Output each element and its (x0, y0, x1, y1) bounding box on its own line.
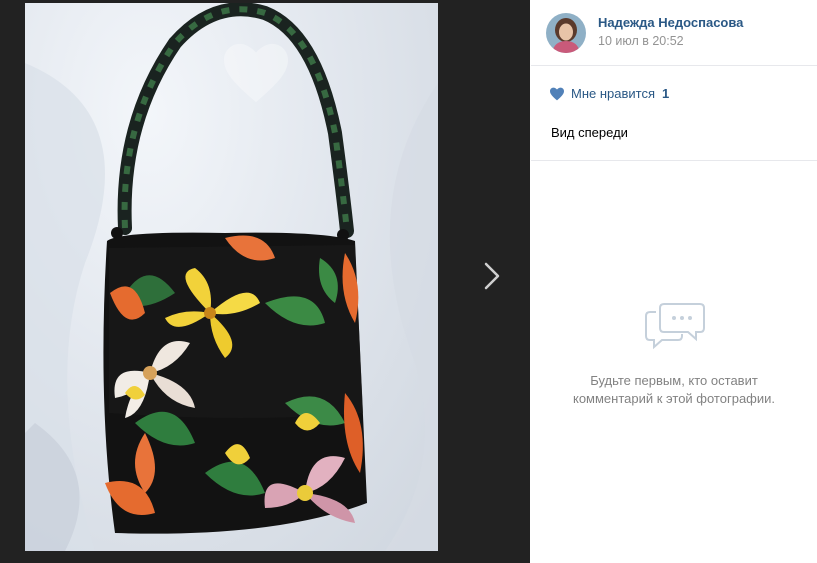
empty-comments: Будьте первым, кто оставит комментарий к… (531, 290, 817, 408)
empty-comments-text: Будьте первым, кто оставит комментарий к… (559, 372, 789, 408)
next-photo-button[interactable] (472, 250, 512, 302)
like-count[interactable]: 1 (662, 86, 669, 101)
photo-caption: Вид спереди (551, 124, 628, 140)
photo-actions: Мне нравится 1 Вид спереди (531, 66, 817, 161)
author-name-link[interactable]: Надежда Недоспасова (598, 14, 743, 31)
chevron-right-icon (484, 262, 500, 290)
photo-image[interactable] (25, 3, 438, 551)
chat-bubbles-icon (645, 303, 705, 350)
like-label: Мне нравится (571, 86, 656, 101)
heart-icon (550, 87, 564, 100)
avatar[interactable] (546, 12, 586, 53)
author-info: Надежда Недоспасова 10 июл в 20:52 (598, 14, 743, 48)
photo-sidebar: Надежда Недоспасова 10 июл в 20:52 Мне н… (531, 0, 817, 563)
photo-viewer (0, 0, 530, 563)
post-date[interactable]: 10 июл в 20:52 (598, 34, 743, 48)
empty-comments-line2: комментарий к этой фотографии. (572, 391, 776, 406)
author-header: Надежда Недоспасова 10 июл в 20:52 (531, 0, 817, 66)
like-overlay-heart-icon[interactable] (221, 41, 291, 105)
empty-comments-line1: Будьте первым, кто оставит (590, 373, 758, 388)
like-button[interactable]: Мне нравится 1 (549, 86, 669, 101)
